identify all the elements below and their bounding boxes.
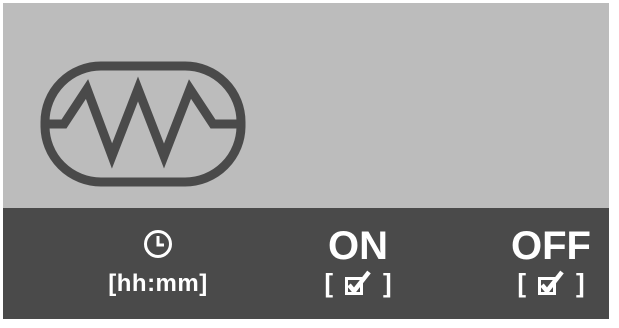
checked-box-icon — [538, 270, 564, 295]
on-label: ON — [328, 224, 388, 268]
off-label: OFF — [511, 224, 591, 268]
clock-icon — [144, 230, 172, 258]
off-checkbox-row: [ ] — [491, 268, 609, 298]
time-format-label: [hh:mm] — [108, 270, 208, 297]
bracket-open: [ — [324, 268, 333, 298]
heating-element-icon — [40, 61, 246, 187]
control-panel-screen: [hh:mm] ON [ ] OFF [] — [3, 3, 609, 319]
bracket-close: ] — [576, 268, 585, 298]
bracket-open: [ — [517, 268, 526, 298]
on-toggle-button[interactable]: ON [ ] — [303, 208, 413, 319]
on-checkbox-row: [ ] — [303, 268, 413, 298]
bracket-close: ] — [383, 268, 392, 298]
checked-box-icon — [345, 270, 371, 295]
timer-setting-button[interactable]: [hh:mm] — [93, 208, 223, 319]
bottom-control-bar: [hh:mm] ON [ ] OFF [] — [3, 208, 609, 319]
off-toggle-button[interactable]: OFF [ ] — [491, 208, 609, 319]
